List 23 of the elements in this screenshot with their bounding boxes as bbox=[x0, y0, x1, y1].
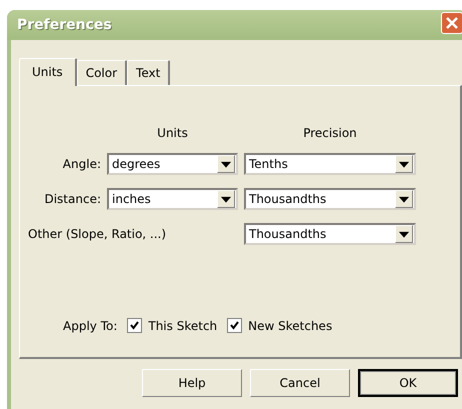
field-label: Distance: bbox=[43, 192, 101, 206]
field-label: Apply To: bbox=[63, 318, 118, 332]
dropdown[interactable]: Tenths bbox=[244, 153, 416, 175]
field-label: Other (Slope, Ratio, ...) bbox=[27, 227, 168, 241]
dropdown[interactable]: Thousandths bbox=[244, 223, 416, 245]
checkbox-label: This Sketch bbox=[148, 318, 218, 332]
checkbox-label: New Sketches bbox=[248, 318, 332, 332]
tab[interactable]: Color bbox=[76, 60, 128, 85]
checkbox[interactable] bbox=[227, 318, 242, 333]
dialog-button[interactable]: Cancel bbox=[250, 369, 350, 397]
dropdown[interactable]: inches bbox=[107, 188, 238, 210]
dialog-button[interactable]: Help bbox=[142, 369, 242, 397]
close-icon[interactable] bbox=[441, 12, 462, 34]
dialog-button[interactable]: OK bbox=[358, 369, 458, 397]
column-header: Units bbox=[156, 126, 189, 140]
column-header: Precision bbox=[302, 126, 358, 140]
checkbox[interactable] bbox=[127, 318, 142, 333]
dropdown[interactable]: degrees bbox=[107, 153, 238, 175]
dropdown[interactable]: Thousandths bbox=[244, 188, 416, 210]
field-label: Angle: bbox=[62, 157, 101, 171]
window-title: Preferences bbox=[17, 17, 112, 33]
tab[interactable]: Units bbox=[19, 58, 77, 86]
tab[interactable]: Text bbox=[127, 60, 170, 85]
